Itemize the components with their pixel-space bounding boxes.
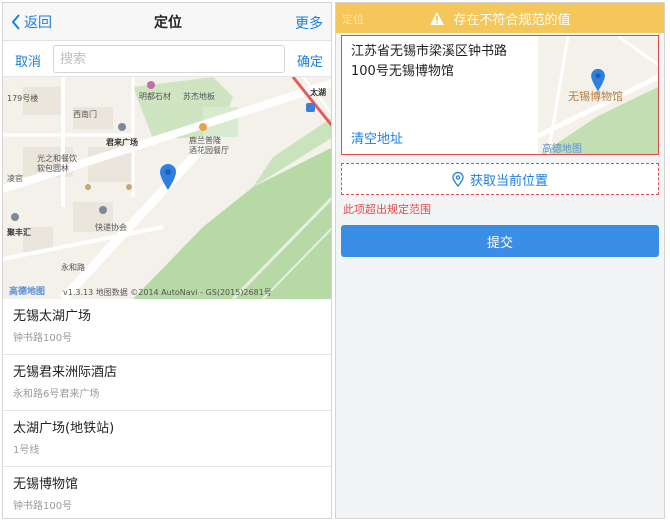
map-view[interactable]: 179号楼 明都石材 苏杰地板 太湖 西南门 君来广场 鹿兰普隆 酒花园餐厅 光… (3, 77, 331, 299)
map-label-junlai: 君来广场 (106, 138, 138, 147)
poi-name: 无锡博物馆 (13, 477, 79, 492)
validation-warning-banner: 定位 存在不符合规范的值 (336, 3, 664, 33)
map-label-yonghe: 永和路 (61, 263, 85, 272)
location-pin-icon (452, 171, 464, 187)
poi-address: 永和路6号君来广场 (13, 389, 100, 400)
poi-address: 钟书路100号 (13, 333, 73, 344)
screenshot-root: 返回 定位 更多 取消 确定 (0, 0, 670, 521)
cancel-button[interactable]: 取消 (15, 51, 41, 70)
map-label-ruanyuan: 软包圆林 (37, 164, 69, 173)
mini-map-logo: 高德地图 (542, 144, 582, 155)
warning-message: 存在不符合规范的值 (336, 9, 664, 28)
poi-name: 无锡太湖广场 (13, 309, 92, 324)
list-item[interactable]: 无锡博物馆 钟书路100号 (3, 467, 331, 518)
map-label-jiayuan: 酒花园餐厅 (189, 146, 229, 155)
clear-address-button[interactable]: 清空地址 (351, 128, 403, 147)
map-label-suzhou: 苏杰地板 (183, 92, 215, 101)
warning-text: 存在不符合规范的值 (453, 13, 571, 28)
mini-map-label: 无锡博物馆 (568, 90, 623, 103)
get-location-label: 获取当前位置 (469, 173, 548, 189)
mini-map-preview[interactable]: 无锡博物馆 高德地图 (538, 36, 658, 155)
list-item[interactable]: 太湖广场(地铁站) 1号线 (3, 411, 331, 467)
map-label-kuaidi: 快递协会 (95, 223, 127, 232)
poi-name: 太湖广场(地铁站) (13, 421, 115, 436)
confirm-button[interactable]: 确定 (297, 51, 323, 70)
warning-icon (430, 12, 445, 25)
map-label-taihu: 太湖 (310, 88, 326, 97)
list-item[interactable]: 无锡太湖广场 钟书路100号 (3, 299, 331, 355)
map-label-179: 179号楼 (7, 94, 39, 103)
location-picker-panel: 返回 定位 更多 取消 确定 (2, 2, 332, 519)
list-item[interactable]: 无锡君来洲际酒店 永和路6号君来广场 (3, 355, 331, 411)
map-label-dongfeng: 聚丰汇 (7, 228, 31, 237)
more-button[interactable]: 更多 (295, 13, 323, 33)
page-title: 定位 (154, 15, 182, 31)
address-field[interactable]: 江苏省无锡市梁溪区钟书路100号无锡博物馆 清空地址 无锡博物馆 高德地图 (341, 35, 659, 155)
poi-name: 无锡君来洲际酒店 (13, 365, 118, 380)
location-form-panel: 定位 存在不符合规范的值 江苏省无锡市梁溪区钟书路100号无锡博物馆 清空地址 (335, 2, 665, 519)
search-bar: 取消 确定 (3, 41, 331, 77)
map-pin-icon (160, 164, 176, 190)
poi-result-list: 无锡太湖广场 钟书路100号 无锡君来洲际酒店 永和路6号君来广场 太湖广场(地… (3, 299, 331, 518)
search-input[interactable] (53, 45, 285, 73)
get-current-location-button[interactable]: 获取当前位置 (341, 163, 659, 195)
map-label-mingdu: 明都石材 (139, 92, 171, 101)
poi-address: 1号线 (13, 445, 40, 456)
map-label-lingu: 凌官 (7, 174, 23, 183)
map-label-ximen: 西南门 (73, 110, 97, 119)
map-logo: 高德地图 (9, 287, 46, 297)
nav-bar: 返回 定位 更多 (3, 3, 331, 41)
address-text: 江苏省无锡市梁溪区钟书路100号无锡博物馆 (351, 44, 508, 79)
map-copyright: v1.3.13 地图数据 ©2014 AutoNavi - GS(2015)26… (63, 288, 272, 297)
submit-button[interactable]: 提交 (341, 225, 659, 257)
poi-address: 钟书路100号 (13, 501, 73, 512)
field-error-text: 此项超出规定范围 (343, 203, 431, 216)
